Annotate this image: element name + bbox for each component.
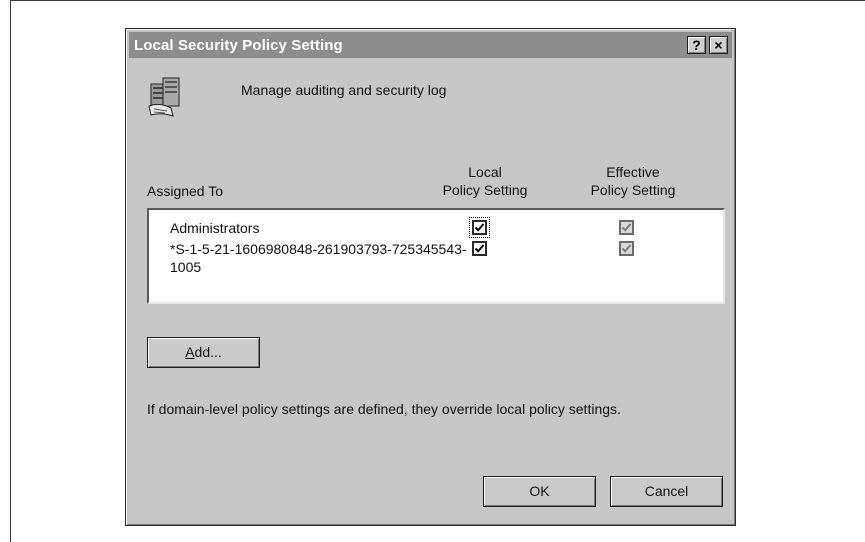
column-header-local-policy: Local Policy Setting xyxy=(430,163,540,199)
page-frame-left xyxy=(10,0,11,542)
title-bar[interactable]: Local Security Policy Setting ? × xyxy=(129,32,732,58)
account-name: Administrators xyxy=(170,220,260,236)
close-button[interactable]: × xyxy=(709,36,728,54)
assigned-to-label: Assigned To xyxy=(147,183,224,199)
policy-name-label: Manage auditing and security log xyxy=(241,82,447,98)
local-header-line2: Policy Setting xyxy=(442,182,528,198)
effective-header-line1: Effective xyxy=(606,164,660,180)
security-policy-icon xyxy=(145,72,189,118)
local-policy-checkbox[interactable] xyxy=(469,217,490,238)
add-button-label: dd... xyxy=(194,344,222,360)
assigned-to-list[interactable]: Administrators *S-1-5-21-1606980848-2619… xyxy=(147,208,725,304)
effective-policy-checkbox xyxy=(619,241,634,256)
column-header-effective-policy: Effective Policy Setting xyxy=(577,163,689,199)
local-policy-checkbox[interactable] xyxy=(472,241,487,256)
account-name: *S-1-5-21-1606980848-261903793-725345543… xyxy=(170,241,467,275)
effective-policy-checkbox xyxy=(619,220,634,235)
cancel-button[interactable]: Cancel xyxy=(610,476,723,507)
ok-button[interactable]: OK xyxy=(483,476,596,507)
dialog-title: Local Security Policy Setting xyxy=(134,37,343,54)
column-header-assigned-to: Assigned To xyxy=(147,182,223,200)
page-frame-top xyxy=(10,0,865,1)
local-header-line1: Local xyxy=(468,164,502,180)
help-button[interactable]: ? xyxy=(687,36,706,54)
policy-setting-dialog: Local Security Policy Setting ? × Manage… xyxy=(125,28,736,526)
effective-header-line2: Policy Setting xyxy=(590,182,676,198)
domain-policy-note: If domain-level policy settings are defi… xyxy=(147,401,621,417)
add-button[interactable]: Add... xyxy=(147,337,260,368)
add-button-accel: A xyxy=(185,344,195,360)
